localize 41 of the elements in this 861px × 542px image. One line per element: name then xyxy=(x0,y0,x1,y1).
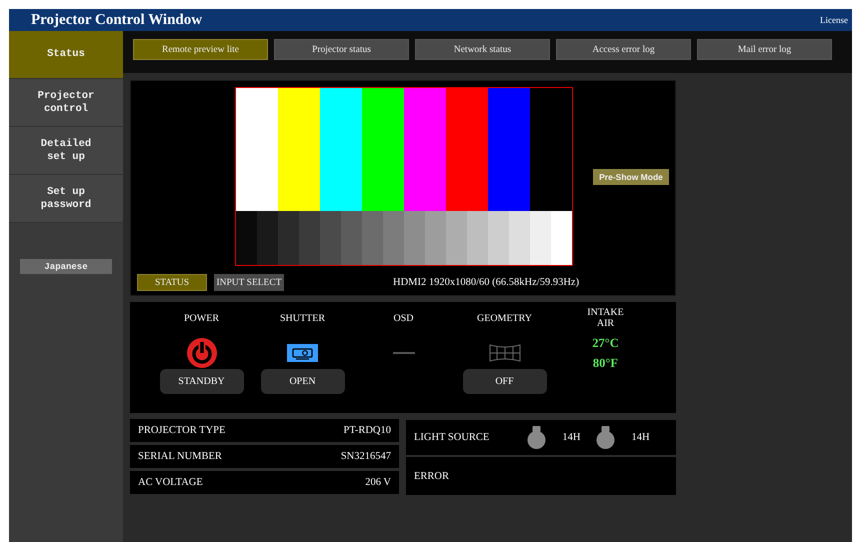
signal-info: HDMI2 1920x1080/60 (66.58kHz/59.93Hz) xyxy=(393,277,580,288)
info-value: 206 V xyxy=(365,477,391,488)
status-label: OSD xyxy=(393,314,414,326)
view-toggle-button[interactable]: INPUT SELECT xyxy=(214,274,284,291)
language-button[interactable]: Japanese xyxy=(20,259,112,274)
sidebar-item[interactable]: Set up password xyxy=(9,175,123,223)
license-link[interactable]: License xyxy=(820,15,848,25)
info-value: PT-RDQ10 xyxy=(344,425,391,436)
power-icon xyxy=(186,336,218,368)
sidebar-item[interactable]: Detailed set up xyxy=(9,127,123,175)
error-label: ERROR xyxy=(414,470,450,482)
window-title: Projector Control Window xyxy=(31,12,202,28)
status-label: INTAKE AIR xyxy=(587,308,624,329)
geometry-grid-icon xyxy=(488,344,520,362)
status-label: POWER xyxy=(184,314,219,326)
status-label: GEOMETRY xyxy=(477,314,532,326)
projector-icon xyxy=(287,344,318,362)
light-source-label: LIGHT SOURCE xyxy=(414,432,490,443)
sidebar-item[interactable]: Status xyxy=(9,31,123,79)
temperature-reading: 27°C xyxy=(592,335,619,352)
power-state-button[interactable]: STANDBY xyxy=(160,369,244,394)
bulb-icon xyxy=(527,426,546,449)
info-label: AC VOLTAGE xyxy=(138,477,203,488)
tab[interactable]: Network status xyxy=(415,39,550,60)
bulb-icon xyxy=(596,426,616,449)
tab[interactable]: Access error log xyxy=(556,39,691,60)
temperature-reading: 80°F xyxy=(592,355,618,372)
tab[interactable]: Mail error log xyxy=(697,39,832,60)
geometry-state-button[interactable]: OFF xyxy=(462,369,546,394)
status-label: SHUTTER xyxy=(280,314,325,326)
tab[interactable]: Projector status xyxy=(274,39,409,60)
info-value: SN3216547 xyxy=(340,451,391,462)
info-label: SERIAL NUMBER xyxy=(138,451,222,462)
shutter-state-button[interactable]: OPEN xyxy=(260,369,344,394)
light-hours: 14H xyxy=(631,432,650,443)
tab[interactable]: Remote preview lite xyxy=(133,39,268,60)
info-label: PROJECTOR TYPE xyxy=(138,425,226,436)
light-hours: 14H xyxy=(562,432,580,443)
view-toggle-button[interactable]: STATUS xyxy=(137,274,207,291)
dash-icon xyxy=(392,350,414,354)
sidebar-item[interactable]: Projector control xyxy=(9,79,123,127)
